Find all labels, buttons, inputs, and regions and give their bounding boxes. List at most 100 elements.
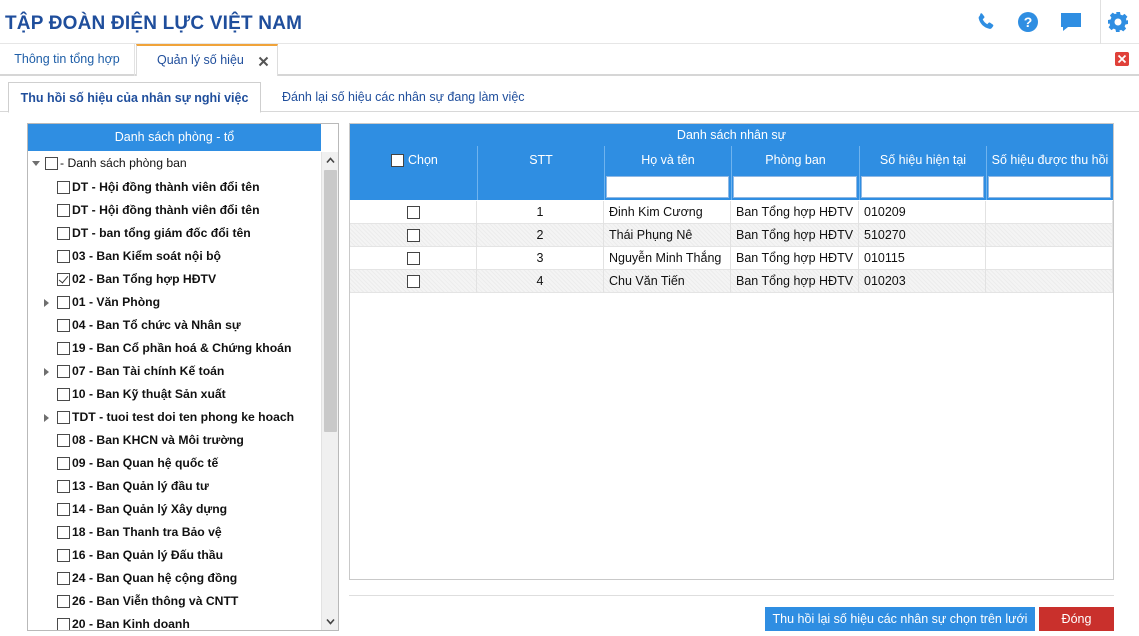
cell-stt: 3 [477, 247, 604, 270]
tree-item[interactable]: 02 - Ban Tổng hợp HĐTV [28, 268, 322, 290]
grid-filter-row [350, 174, 1113, 200]
tree-item[interactable]: 19 - Ban Cổ phần hoá & Chứng khoán [28, 337, 322, 359]
cell-department: Ban Tổng hợp HĐTV [731, 224, 859, 247]
tab-general-info[interactable]: Thông tin tổng hợp [0, 44, 135, 76]
row-select-checkbox[interactable] [407, 252, 420, 265]
tree-item-checkbox[interactable] [57, 249, 70, 263]
col-stt[interactable]: STT [477, 146, 604, 174]
tree-item[interactable]: DT - Hội đồng thành viên đổi tên [28, 176, 322, 198]
tree-item-checkbox[interactable] [57, 364, 70, 378]
tree-item[interactable]: 07 - Ban Tài chính Kế toán [28, 360, 322, 382]
phone-icon[interactable] [974, 10, 998, 34]
col-department[interactable]: Phòng ban [731, 146, 859, 174]
subtab-recover-resigned[interactable]: Thu hồi số hiệu của nhân sự nghỉ việc [8, 82, 261, 113]
table-row[interactable]: 2 Thái Phụng Nê Ban Tổng hợp HĐTV 510270 [350, 224, 1113, 247]
main-tab-strip: Thông tin tổng hợp Quản lý số hiệu [0, 44, 1139, 76]
cell-select [350, 247, 477, 270]
tree-item-checkbox[interactable] [57, 617, 70, 630]
tree-item[interactable]: 01 - Văn Phòng [28, 291, 322, 313]
tree-item-label: 13 - Ban Quản lý đầu tư [72, 478, 209, 493]
tree-item[interactable]: 04 - Ban Tổ chức và Nhân sự [28, 314, 322, 336]
settings-icon[interactable] [1106, 10, 1130, 34]
tab-manage-codes-label: Quản lý số hiệu [157, 53, 244, 67]
tree-item[interactable]: 26 - Ban Viễn thông và CNTT [28, 590, 322, 612]
filter-current-code-input[interactable] [861, 176, 984, 198]
tree-item-checkbox[interactable] [57, 387, 70, 401]
department-panel: Danh sách phòng - tổ - Danh sách phòng b… [27, 123, 339, 631]
tree-item-checkbox[interactable] [57, 272, 70, 286]
tree-item-label: 09 - Ban Quan hệ quốc tế [72, 455, 219, 470]
app-header: TẬP ĐOÀN ĐIỆN LỰC VIỆT NAM ? [0, 0, 1139, 44]
tree-item[interactable]: DT - ban tổng giám đốc đổi tên [28, 222, 322, 244]
tree-item[interactable]: 03 - Ban Kiểm soát nội bộ [28, 245, 322, 267]
row-select-checkbox[interactable] [407, 206, 420, 219]
tree-item-checkbox[interactable] [57, 525, 70, 539]
tree-item-label: DT - ban tổng giám đốc đổi tên [72, 225, 251, 240]
tree-item-checkbox[interactable] [57, 318, 70, 332]
tree-item-label: 07 - Ban Tài chính Kế toán [72, 363, 225, 378]
tree-item[interactable]: 14 - Ban Quản lý Xây dựng [28, 498, 322, 520]
filter-recovered-code-input[interactable] [988, 176, 1111, 198]
tree-item-checkbox[interactable] [57, 502, 70, 516]
cell-recovered-code [986, 224, 1113, 247]
cell-department: Ban Tổng hợp HĐTV [731, 247, 859, 270]
tree-item[interactable]: 09 - Ban Quan hệ quốc tế [28, 452, 322, 474]
col-recovered-code[interactable]: Số hiệu được thu hồi [986, 146, 1113, 174]
recover-codes-button[interactable]: Thu hồi lại số hiệu các nhân sự chọn trê… [765, 607, 1035, 631]
close-tab-icon[interactable] [258, 56, 269, 67]
subtab-renumber-active[interactable]: Đánh lại số hiệu các nhân sự đang làm vi… [282, 82, 525, 113]
tree-item-checkbox[interactable] [57, 203, 70, 217]
cell-recovered-code [986, 201, 1113, 224]
collapse-icon[interactable] [32, 161, 40, 166]
tree-item-checkbox[interactable] [57, 180, 70, 194]
help-icon[interactable]: ? [1016, 10, 1040, 34]
expand-icon[interactable] [44, 298, 49, 307]
tree-item-checkbox[interactable] [57, 479, 70, 493]
tree-item-label: 16 - Ban Quản lý Đấu thầu [72, 547, 224, 562]
expand-icon[interactable] [44, 367, 49, 376]
footer-divider [349, 595, 1114, 596]
col-current-code[interactable]: Số hiệu hiện tại [859, 146, 986, 174]
close-button[interactable]: Đóng [1039, 607, 1114, 631]
tree-item-checkbox[interactable] [57, 295, 70, 309]
tree-item[interactable]: 18 - Ban Thanh tra Bảo vệ [28, 521, 322, 543]
tree-item[interactable]: 13 - Ban Quản lý đầu tư [28, 475, 322, 497]
expand-icon[interactable] [44, 413, 49, 422]
chat-icon[interactable] [1059, 10, 1083, 34]
tree-item[interactable]: 08 - Ban KHCN và Môi trường [28, 429, 322, 451]
tree-item[interactable]: TDT - tuoi test doi ten phong ke hoach [28, 406, 322, 428]
filter-fullname-input[interactable] [606, 176, 729, 198]
root-checkbox[interactable] [45, 157, 58, 170]
tree-scrollbar[interactable] [321, 152, 338, 630]
tree-item-checkbox[interactable] [57, 548, 70, 562]
grid-header-row: Chọn STT Họ và tên Phòng ban Số hiệu hiệ… [350, 146, 1113, 174]
tree-item-checkbox[interactable] [57, 456, 70, 470]
filter-department-input[interactable] [733, 176, 857, 198]
tree-item[interactable]: 10 - Ban Kỹ thuật Sản xuất [28, 383, 322, 405]
row-select-checkbox[interactable] [407, 275, 420, 288]
tree-item[interactable]: 24 - Ban Quan hệ cộng đồng [28, 567, 322, 589]
tree-item-checkbox[interactable] [57, 226, 70, 240]
tree-item-checkbox[interactable] [57, 571, 70, 585]
tree-item-label: 19 - Ban Cổ phần hoá & Chứng khoán [72, 340, 292, 355]
tab-manage-codes[interactable]: Quản lý số hiệu [136, 44, 278, 76]
tree-item[interactable]: 16 - Ban Quản lý Đấu thầu [28, 544, 322, 566]
tree-item-checkbox[interactable] [57, 433, 70, 447]
scroll-up-icon[interactable] [326, 156, 335, 165]
tree-item[interactable]: DT - Hội đồng thành viên đổi tên [28, 199, 322, 221]
tree-item-checkbox[interactable] [57, 410, 70, 424]
tree-item[interactable]: 20 - Ban Kinh doanh [28, 613, 322, 630]
select-all-checkbox[interactable] [391, 154, 404, 167]
scrollbar-thumb[interactable] [324, 170, 337, 432]
cell-fullname: Chu Văn Tiến [604, 270, 731, 293]
table-row[interactable]: 1 Đinh Kim Cương Ban Tổng hợp HĐTV 010209 [350, 201, 1113, 224]
tree-item-checkbox[interactable] [57, 594, 70, 608]
scroll-down-icon[interactable] [326, 617, 335, 626]
col-fullname[interactable]: Họ và tên [604, 146, 731, 174]
row-select-checkbox[interactable] [407, 229, 420, 242]
tree-item-checkbox[interactable] [57, 341, 70, 355]
table-row[interactable]: 4 Chu Văn Tiến Ban Tổng hợp HĐTV 010203 [350, 270, 1113, 293]
close-window-icon[interactable] [1115, 52, 1129, 66]
table-row[interactable]: 3 Nguyễn Minh Thắng Ban Tổng hợp HĐTV 01011… [350, 247, 1113, 270]
cell-current-code: 010203 [859, 270, 986, 293]
